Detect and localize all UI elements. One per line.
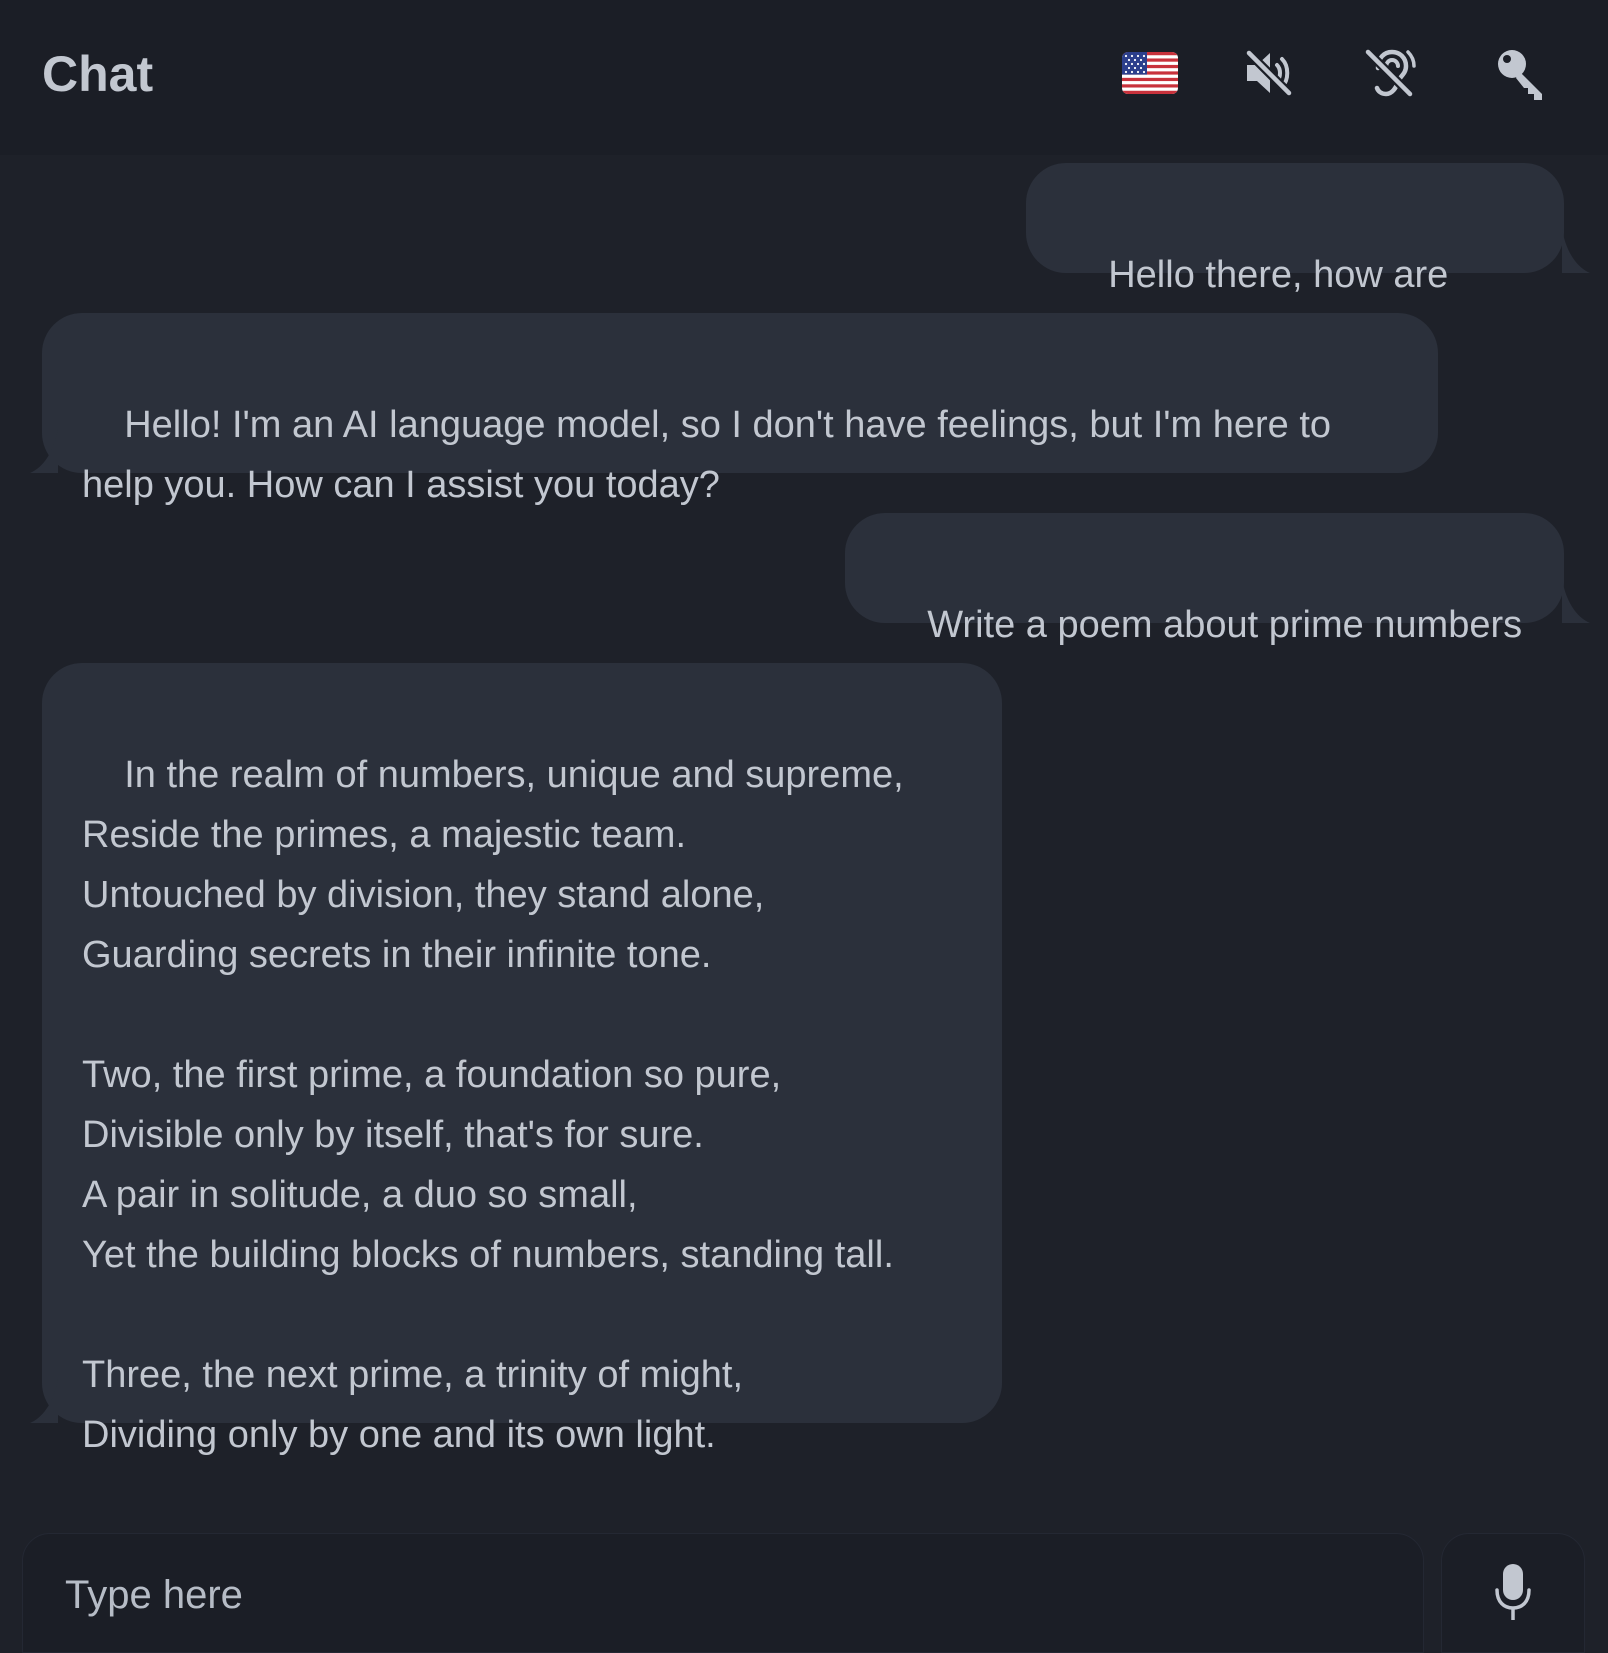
language-button[interactable] [1115,40,1185,106]
message-text: Hello! I'm an AI language model, so I do… [82,404,1332,506]
bubble-tail [1562,229,1590,273]
assistant-message-bubble: In the realm of numbers, unique and supr… [42,663,1002,1456]
message-input[interactable] [63,1562,1367,1628]
user-message-bubble: Hello there, how are you? [1026,163,1564,356]
message-list: Hello there, how are you? Hello! I'm an … [0,155,1608,1525]
api-key-button[interactable] [1486,40,1556,106]
microphone-icon [1495,1564,1531,1620]
bubble-tail [30,429,58,473]
microphone-button[interactable] [1441,1533,1585,1653]
assistant-message-bubble: Hello! I'm an AI language model, so I do… [42,313,1438,506]
key-icon [1498,50,1542,100]
chat-header: Chat [0,0,1608,155]
user-message-bubble: Write a poem about prime numbers [845,513,1564,646]
hearing-off-icon [1363,47,1416,99]
page-title: Chat [42,46,154,102]
message-composer [22,1533,1424,1653]
hearing-toggle-button[interactable] [1354,40,1424,106]
mute-audio-button[interactable] [1234,40,1304,106]
message-text: In the realm of numbers, unique and supr… [82,754,904,1456]
message-text: Write a poem about prime numbers [927,604,1523,646]
bubble-tail [30,1379,58,1423]
speaker-muted-icon [1244,48,1294,98]
bubble-tail [1562,579,1590,623]
us-flag-icon [1122,52,1178,94]
